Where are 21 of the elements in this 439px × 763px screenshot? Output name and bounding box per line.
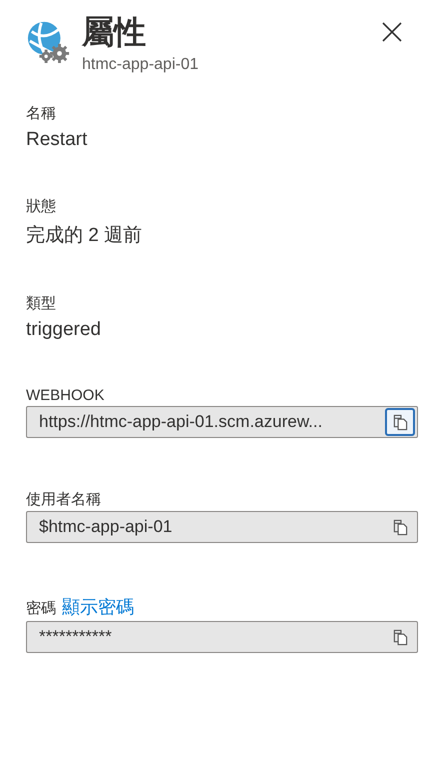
field-label: 使用者名稱 [26, 490, 101, 509]
copy-icon [392, 518, 408, 536]
read-only-field[interactable]: https://htmc-app-api-01.scm.azurew... [26, 406, 418, 438]
field-label: 密碼 [26, 599, 56, 618]
field-label: 名稱 [26, 104, 56, 123]
read-only-field[interactable]: $htmc-app-api-01 [26, 511, 418, 543]
close-icon [382, 22, 402, 42]
field-label: 狀態 [26, 197, 56, 216]
copy-button[interactable] [385, 408, 415, 436]
field-value: Restart [26, 129, 88, 151]
field-label: 類型 [26, 294, 56, 313]
copy-icon [392, 414, 408, 430]
field-value: 完成的 2 週前 [26, 224, 144, 248]
show-password-link[interactable]: 顯示密碼 [62, 595, 134, 619]
read-only-field[interactable]: *********** [26, 621, 418, 653]
web-app-icon [26, 20, 70, 64]
field-value: triggered [26, 319, 102, 341]
panel-subtitle: htmc-app-api-01 [82, 56, 200, 74]
panel-title: 屬性 [82, 13, 147, 52]
field-label: WEBHOOK [26, 387, 104, 404]
copy-icon [392, 628, 408, 646]
